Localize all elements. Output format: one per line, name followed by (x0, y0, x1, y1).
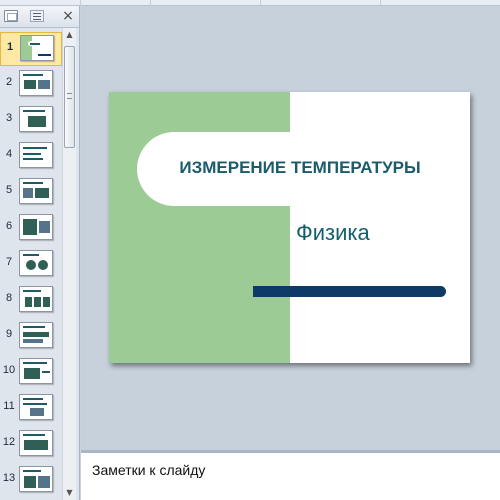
slide-number: 12 (2, 436, 16, 448)
thumbnail-scrollbar[interactable]: ▲ ▼ (62, 28, 76, 500)
slide-number: 8 (5, 292, 13, 304)
slide-number: 6 (5, 220, 13, 232)
slide-preview (19, 70, 53, 96)
slide-preview (19, 214, 53, 240)
slides-tab[interactable] (4, 10, 18, 22)
scroll-down-arrow-icon[interactable]: ▼ (63, 486, 76, 500)
slide-thumbnail[interactable]: 11 (0, 392, 62, 426)
slide-number: 1 (6, 41, 14, 53)
slide-preview (19, 178, 53, 204)
notes-placeholder[interactable]: Заметки к слайду (92, 462, 205, 478)
slides-pane-header: × (0, 6, 79, 28)
slide-number: 3 (5, 112, 13, 124)
slide-thumbnail[interactable]: 10 (0, 356, 62, 390)
slide-preview (19, 322, 53, 348)
slide-thumbnail[interactable]: 13 (0, 464, 62, 498)
slide-thumbnail[interactable]: 9 (0, 320, 62, 354)
close-pane-icon[interactable]: × (61, 8, 75, 24)
slide-preview (19, 430, 53, 456)
slide-thumbnail[interactable]: 6 (0, 212, 62, 246)
notes-pane[interactable]: Заметки к слайду (81, 450, 500, 500)
slide-thumbnail[interactable]: 12 (0, 428, 62, 462)
accent-bar (253, 286, 446, 297)
slide-number: 11 (3, 400, 15, 412)
slide-preview (19, 250, 53, 276)
slide-subtitle[interactable]: Физика (296, 220, 370, 246)
slide-preview (20, 35, 54, 61)
slide-thumbnail[interactable]: 5 (0, 176, 62, 210)
slide-number: 7 (5, 256, 13, 268)
slide-preview (19, 358, 53, 384)
slide-thumbnail[interactable]: 7 (0, 248, 62, 282)
slide-number: 13 (2, 472, 16, 484)
slide-title[interactable]: ИЗМЕРЕНИЕ ТЕМПЕРАТУРЫ (145, 158, 455, 178)
slide-thumbnail[interactable]: 3 (0, 104, 62, 138)
slide-thumbnail[interactable]: 4 (0, 140, 62, 174)
slide-preview (19, 466, 53, 492)
thumbnail-list: 1 2 3 4 5 6 7 8 9 10 11 12 13 (0, 28, 62, 500)
slide-number: 9 (5, 328, 13, 340)
slide-number: 2 (5, 76, 13, 88)
slide-thumbnail[interactable]: 1 (0, 32, 62, 66)
slide-preview (19, 286, 53, 312)
slide-editing-area[interactable]: ИЗМЕРЕНИЕ ТЕМПЕРАТУРЫ Физика (81, 6, 500, 450)
scrollbar-thumb[interactable] (64, 46, 75, 148)
slide-thumbnail[interactable]: 8 (0, 284, 62, 318)
slide-number: 10 (2, 364, 16, 376)
slide-number: 4 (5, 148, 13, 160)
outline-tab[interactable] (30, 10, 44, 22)
scroll-up-arrow-icon[interactable]: ▲ (63, 28, 76, 42)
slides-pane: × 1 2 3 4 5 6 7 8 9 10 11 12 13 ▲ ▼ (0, 6, 80, 500)
slide-preview (19, 106, 53, 132)
slide-number: 5 (5, 184, 13, 196)
slide-thumbnail[interactable]: 2 (0, 68, 62, 102)
slide-preview (19, 142, 53, 168)
slide-preview (19, 394, 53, 420)
current-slide[interactable]: ИЗМЕРЕНИЕ ТЕМПЕРАТУРЫ Физика (109, 92, 470, 363)
